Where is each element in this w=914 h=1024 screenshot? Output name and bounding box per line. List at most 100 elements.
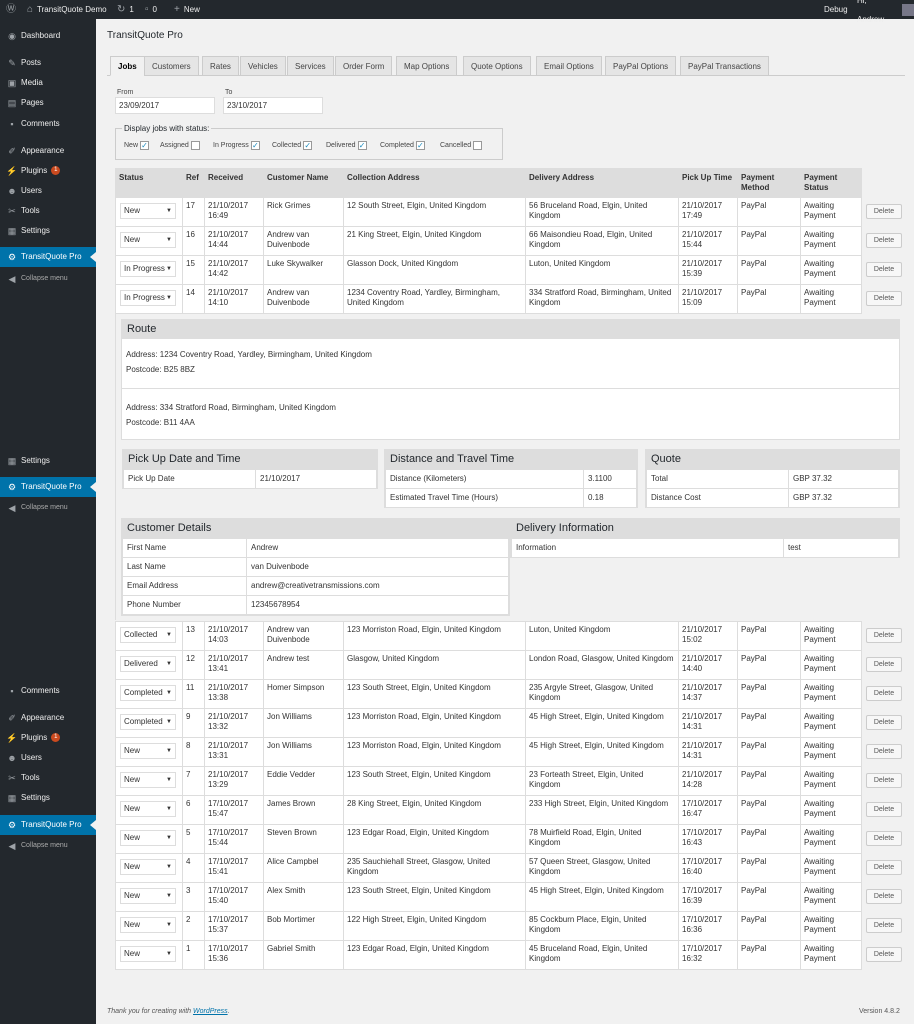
status-select[interactable]: Collected ▼ (120, 627, 176, 643)
status-checkbox-3[interactable]: Collected ✓ (272, 141, 313, 150)
wordpress-link[interactable]: WordPress (193, 1008, 228, 1015)
status-checkbox-4[interactable]: Delivered ✓ (326, 141, 367, 150)
table-row[interactable]: New ▼ 7 21/10/2017 13:29 Eddie Vedder 123 Sou… (115, 766, 862, 796)
menu-plugins[interactable]: ⚡ Plugins 1 (0, 161, 96, 181)
table-row[interactable]: New ▼ 3 17/10/2017 15:40 Alex Smith 123 South… (115, 882, 862, 912)
collapse-menu[interactable]: ◀ Collapse menu (0, 498, 96, 518)
menu-users[interactable]: ☻ Users (0, 181, 96, 201)
status-select[interactable]: New ▼ (120, 830, 176, 846)
unchecked-checkbox-icon[interactable] (190, 141, 200, 150)
status-select[interactable]: New ▼ (120, 859, 176, 875)
checked-checkbox-icon[interactable]: ✓ (140, 141, 150, 150)
delete-button[interactable]: Delete (866, 831, 902, 846)
delete-button[interactable]: Delete (866, 686, 902, 701)
table-row[interactable]: New ▼ 6 17/10/2017 15:47 James Brown 28 King … (115, 795, 862, 825)
tab-services[interactable]: Services (287, 56, 334, 76)
status-select[interactable]: New ▼ (120, 743, 176, 759)
table-row[interactable]: New ▼ 1 17/10/2017 15:36 Gabriel Smith 123 Ed… (115, 940, 862, 970)
tab-paypal-transactions[interactable]: PayPal Transactions (680, 56, 769, 76)
collapse-menu[interactable]: ◀ Collapse menu (0, 269, 96, 289)
delete-button[interactable]: Delete (866, 291, 902, 306)
delete-button[interactable]: Delete (866, 918, 902, 933)
tab-order-form[interactable]: Order Form (335, 56, 393, 76)
status-checkbox-0[interactable]: New ✓ (124, 141, 150, 150)
menu-comments[interactable]: ▪ Comments (0, 114, 96, 134)
tab-jobs[interactable]: Jobs (110, 56, 145, 76)
status-select[interactable]: In Progress ▼ (120, 261, 176, 277)
collapse-menu[interactable]: ◀ Collapse menu (0, 836, 96, 856)
table-row[interactable]: New ▼ 2 17/10/2017 15:37 Bob Mortimer 122 Hig… (115, 911, 862, 941)
menu-posts[interactable]: ✎ Posts (0, 53, 96, 73)
unchecked-checkbox-icon[interactable] (473, 141, 483, 150)
menu-appearance[interactable]: ✐ Appearance (0, 708, 96, 728)
table-row[interactable]: New ▼ 4 17/10/2017 15:41 Alice Campbel 235 Sa… (115, 853, 862, 883)
status-select[interactable]: New ▼ (120, 203, 176, 219)
table-row[interactable]: Completed ▼ 9 21/10/2017 13:32 Jon Williams 1… (115, 708, 862, 738)
status-checkbox-6[interactable]: Cancelled (440, 141, 483, 150)
status-checkbox-1[interactable]: Assigned (160, 141, 200, 150)
comments-link[interactable]: ▫ 0 (145, 0, 157, 19)
table-row[interactable]: In Progress ▼ 15 21/10/2017 14:42 Luke Skywa… (115, 255, 862, 285)
status-select[interactable]: In Progress ▼ (120, 290, 176, 306)
from-date-input[interactable]: 23/09/2017 (115, 97, 215, 114)
menu-settings[interactable]: ▦ Settings (0, 788, 96, 808)
menu-pages[interactable]: ▤ Pages (0, 93, 96, 113)
menu-settings[interactable]: ▦ Settings (0, 221, 96, 241)
table-row[interactable]: New ▼ 17 21/10/2017 16:49 Rick Grimes 12 Sout… (115, 197, 862, 227)
status-select[interactable]: New ▼ (120, 232, 176, 248)
delete-button[interactable]: Delete (866, 262, 902, 277)
status-select[interactable]: New ▼ (120, 801, 176, 817)
delete-button[interactable]: Delete (866, 802, 902, 817)
delete-button[interactable]: Delete (866, 715, 902, 730)
tab-rates[interactable]: Rates (202, 56, 239, 76)
status-select[interactable]: New ▼ (120, 917, 176, 933)
table-row[interactable]: New ▼ 5 17/10/2017 15:44 Steven Brown 123 Edg… (115, 824, 862, 854)
checked-checkbox-icon[interactable]: ✓ (250, 141, 260, 150)
tab-vehicles[interactable]: Vehicles (240, 56, 286, 76)
table-row[interactable]: Collected ▼ 13 21/10/2017 14:03 Andrew van D… (115, 621, 862, 651)
delete-button[interactable]: Delete (866, 233, 902, 248)
new-content-link[interactable]: + New (174, 0, 200, 19)
table-row[interactable]: New ▼ 16 21/10/2017 14:44 Andrew van Duivenb… (115, 226, 862, 256)
site-name-link[interactable]: ⌂ TransitQuote Demo (27, 0, 107, 19)
table-row[interactable]: Delivered ▼ 12 21/10/2017 13:41 Andrew test G… (115, 650, 862, 680)
menu-tools[interactable]: ✂ Tools (0, 201, 96, 221)
status-select[interactable]: Completed ▼ (120, 714, 176, 730)
menu-settings[interactable]: ▦ Settings (0, 451, 96, 471)
tab-paypal-options[interactable]: PayPal Options (605, 56, 677, 76)
status-select[interactable]: Delivered ▼ (120, 656, 176, 672)
status-select[interactable]: New ▼ (120, 888, 176, 904)
menu-tools[interactable]: ✂ Tools (0, 768, 96, 788)
tab-customers[interactable]: Customers (144, 56, 199, 76)
table-row[interactable]: Completed ▼ 11 21/10/2017 13:38 Homer Simpso… (115, 679, 862, 709)
checked-checkbox-icon[interactable]: ✓ (303, 141, 313, 150)
updates-link[interactable]: ↻ 1 (117, 0, 134, 19)
checked-checkbox-icon[interactable]: ✓ (357, 141, 367, 150)
menu-users[interactable]: ☻ Users (0, 748, 96, 768)
delete-button[interactable]: Delete (866, 889, 902, 904)
menu-transitquote[interactable]: ⚙ TransitQuote Pro (0, 477, 96, 497)
delete-button[interactable]: Delete (866, 773, 902, 788)
menu-comments[interactable]: ▪ Comments (0, 681, 96, 701)
to-date-input[interactable]: 23/10/2017 (223, 97, 323, 114)
menu-transitquote[interactable]: ⚙ TransitQuote Pro (0, 247, 96, 267)
table-row[interactable]: New ▼ 8 21/10/2017 13:31 Jon Williams 123 Mor… (115, 737, 862, 767)
menu-plugins[interactable]: ⚡ Plugins 1 (0, 728, 96, 748)
delete-button[interactable]: Delete (866, 628, 902, 643)
checked-checkbox-icon[interactable]: ✓ (415, 141, 425, 150)
delete-button[interactable]: Delete (866, 204, 902, 219)
delete-button[interactable]: Delete (866, 947, 902, 962)
delete-button[interactable]: Delete (866, 744, 902, 759)
menu-appearance[interactable]: ✐ Appearance (0, 141, 96, 161)
delete-button[interactable]: Delete (866, 860, 902, 875)
status-select[interactable]: New ▼ (120, 772, 176, 788)
debug-link[interactable]: Debug (824, 0, 848, 19)
status-select[interactable]: Completed ▼ (120, 685, 176, 701)
menu-media[interactable]: ▣ Media (0, 73, 96, 93)
account-menu[interactable]: Hi, Andrew (857, 0, 914, 24)
menu-dashboard[interactable]: ◉ Dashboard (0, 26, 96, 46)
table-row[interactable]: In Progress ▼ 14 21/10/2017 14:10 Andrew van… (115, 284, 862, 314)
tab-map-options[interactable]: Map Options (396, 56, 458, 76)
menu-transitquote[interactable]: ⚙ TransitQuote Pro (0, 815, 96, 835)
status-checkbox-5[interactable]: Completed ✓ (380, 141, 425, 150)
